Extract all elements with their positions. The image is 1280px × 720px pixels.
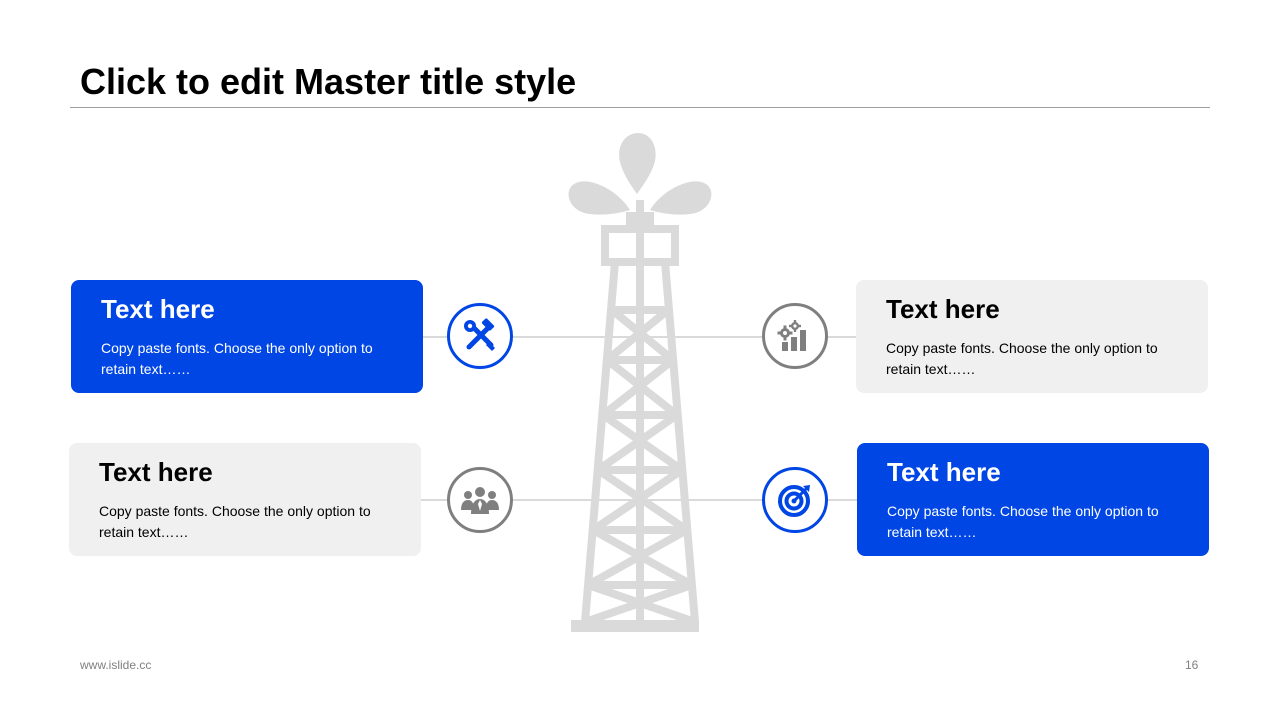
title-divider (70, 107, 1210, 108)
info-card-top-right[interactable]: Text here Copy paste fonts. Choose the o… (856, 280, 1208, 393)
card-body: Copy paste fonts. Choose the only option… (886, 340, 1158, 377)
info-card-bottom-right[interactable]: Text here Copy paste fonts. Choose the o… (857, 443, 1209, 556)
card-title: Text here (886, 294, 1000, 324)
info-card-top-left[interactable]: Text here Copy paste fonts. Choose the o… (71, 280, 423, 393)
gear-chart-icon-circle (762, 303, 828, 369)
tools-icon-circle (447, 303, 513, 369)
target-icon-circle (762, 467, 828, 533)
slide-number: 16 (1185, 658, 1199, 672)
slide-title[interactable]: Click to edit Master title style (80, 60, 576, 104)
tools-icon (464, 318, 495, 351)
target-icon (778, 485, 810, 517)
card-body: Copy paste fonts. Choose the only option… (101, 340, 373, 377)
gear-chart-icon (777, 320, 806, 351)
card-title: Text here (101, 294, 215, 324)
oil-derrick-icon (568, 133, 712, 632)
footer-website[interactable]: www.islide.cc (80, 658, 151, 672)
card-title: Text here (887, 457, 1001, 487)
info-card-bottom-left[interactable]: Text here Copy paste fonts. Choose the o… (69, 443, 421, 556)
card-body: Copy paste fonts. Choose the only option… (887, 503, 1159, 540)
card-body: Copy paste fonts. Choose the only option… (99, 503, 371, 540)
team-icon-circle (447, 467, 513, 533)
card-title: Text here (99, 457, 213, 487)
team-icon (461, 487, 499, 514)
